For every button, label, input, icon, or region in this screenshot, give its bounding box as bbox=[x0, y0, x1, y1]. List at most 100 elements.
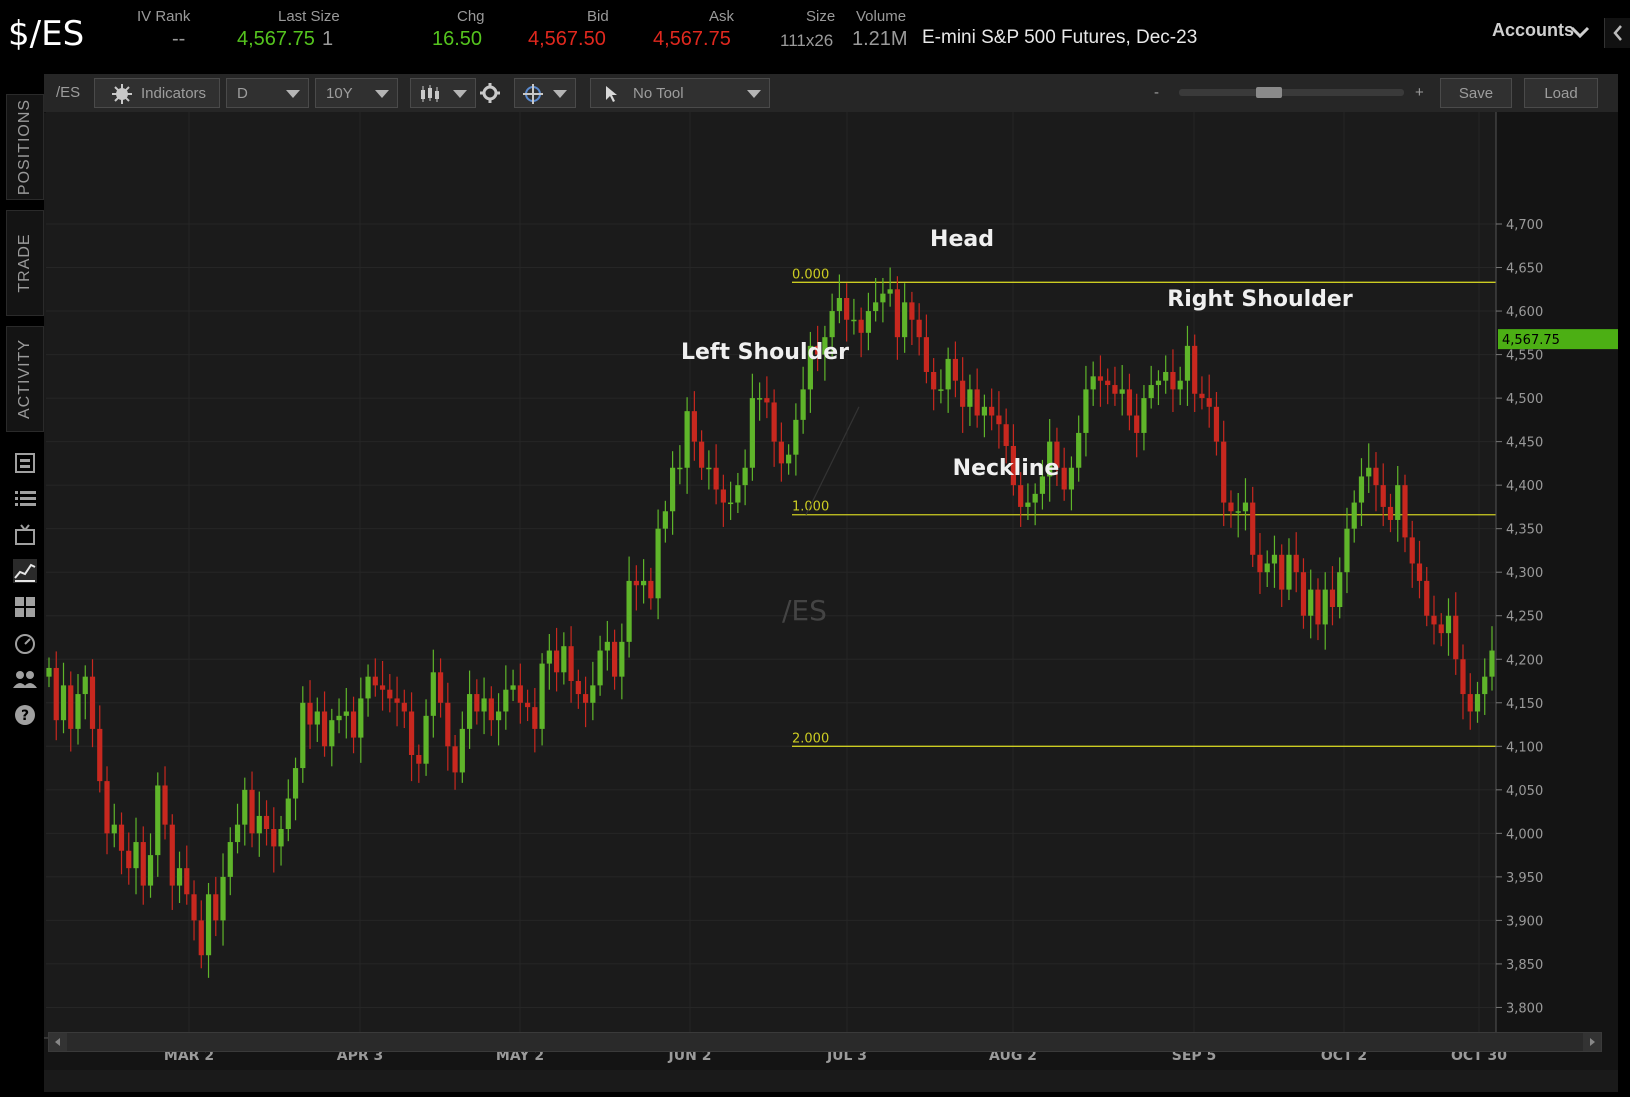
candle-body bbox=[205, 894, 212, 956]
load-button[interactable]: Load bbox=[1524, 78, 1598, 108]
annotation-neckline[interactable]: Neckline bbox=[953, 456, 1060, 481]
panel-toggle-button[interactable] bbox=[1604, 18, 1630, 48]
candle-body bbox=[1445, 615, 1452, 634]
symbol-title[interactable]: $/ES bbox=[8, 14, 84, 54]
candle-body bbox=[133, 842, 139, 869]
scroll-right-button[interactable] bbox=[1583, 1033, 1601, 1051]
iv-rank-value: -- bbox=[172, 28, 186, 50]
candle-body bbox=[437, 672, 444, 703]
annotation-left-shoulder[interactable]: Left Shoulder bbox=[681, 340, 849, 365]
people-icon[interactable] bbox=[12, 666, 38, 692]
candle-body bbox=[481, 698, 487, 712]
candle-body bbox=[329, 720, 335, 747]
candle-body bbox=[1177, 380, 1183, 390]
candle-body bbox=[495, 711, 502, 721]
price-tick-label: 4,550 bbox=[1506, 349, 1543, 364]
candle-body bbox=[1199, 393, 1205, 399]
candle-body bbox=[938, 389, 944, 391]
dashboard-icon[interactable] bbox=[12, 630, 38, 656]
drawing-sets-icon bbox=[523, 84, 543, 104]
candle-body bbox=[619, 641, 625, 677]
candle-body bbox=[1112, 385, 1118, 394]
candle-body bbox=[1409, 537, 1415, 564]
symbol-field[interactable]: /ES bbox=[56, 78, 80, 108]
help-icon[interactable]: ? bbox=[12, 702, 38, 728]
candle-body bbox=[140, 842, 146, 886]
price-tick-label: 3,850 bbox=[1506, 958, 1543, 973]
aggregation-select[interactable]: D bbox=[226, 78, 309, 108]
price-tick-label: 3,800 bbox=[1506, 1001, 1543, 1016]
candle-body bbox=[728, 502, 734, 505]
candle-body bbox=[1344, 528, 1350, 573]
candle-body bbox=[118, 824, 125, 851]
candle-body bbox=[292, 768, 299, 799]
range-select[interactable]: 10Y bbox=[315, 78, 398, 108]
candle-body bbox=[423, 715, 429, 764]
zoom-slider-track[interactable] bbox=[1179, 89, 1404, 96]
price-tick-label: 4,650 bbox=[1506, 262, 1543, 277]
candle-body bbox=[1453, 615, 1459, 660]
candle-body bbox=[1163, 371, 1169, 381]
tab-activity[interactable]: ACTIVITY bbox=[6, 326, 44, 432]
indicators-button[interactable]: Indicators bbox=[94, 78, 220, 108]
chart-style-select[interactable] bbox=[410, 78, 476, 108]
chart-scrollbar[interactable] bbox=[48, 1032, 1602, 1052]
tv-icon[interactable] bbox=[12, 522, 38, 548]
candle-body bbox=[699, 441, 705, 468]
candle-body bbox=[1170, 371, 1176, 390]
drawing-tool-select[interactable]: No Tool bbox=[590, 78, 770, 108]
candle-body bbox=[1460, 659, 1466, 695]
candle-body bbox=[575, 681, 581, 695]
chart-icon[interactable] bbox=[12, 558, 38, 584]
candle-body bbox=[300, 702, 306, 769]
candle-body bbox=[1286, 554, 1292, 590]
scroll-left-button[interactable] bbox=[49, 1033, 67, 1051]
candle-body bbox=[1424, 580, 1430, 616]
chart-watermark: /ES bbox=[782, 594, 827, 627]
candlestick-icon bbox=[421, 85, 439, 102]
bid-label: Bid bbox=[587, 8, 609, 25]
candle-body bbox=[1192, 345, 1198, 394]
candle-body bbox=[1387, 506, 1394, 520]
zoom-slider-thumb[interactable] bbox=[1256, 87, 1282, 98]
candle-body bbox=[684, 411, 690, 468]
candle-body bbox=[1300, 572, 1307, 616]
candle-body bbox=[873, 302, 879, 312]
candle-body bbox=[372, 676, 378, 686]
zoom-in-button[interactable]: + bbox=[1415, 78, 1424, 108]
candle-body bbox=[1213, 406, 1220, 442]
grid-icon[interactable] bbox=[12, 594, 38, 620]
candle-body bbox=[104, 781, 110, 834]
candle-body bbox=[234, 824, 241, 843]
candle-body bbox=[524, 702, 531, 708]
drawing-sets-select[interactable] bbox=[514, 78, 576, 108]
annotation-head[interactable]: Head bbox=[930, 227, 994, 252]
candle-body bbox=[213, 894, 219, 921]
price-chart[interactable]: /ES 0.000 1.000 2.000 4,700 4,650 4,600 4,550… bbox=[44, 112, 1618, 1092]
save-button[interactable]: Save bbox=[1440, 78, 1512, 108]
candle-body bbox=[1431, 615, 1437, 625]
ask-value[interactable]: 4,567.75 bbox=[653, 28, 731, 51]
tab-trade[interactable]: TRADE bbox=[6, 210, 44, 316]
candle-body bbox=[829, 311, 835, 338]
price-axis[interactable]: 4,700 4,650 4,600 4,550 4,500 4,450 4,400 4,350… bbox=[1495, 112, 1618, 1060]
candle-body bbox=[1395, 485, 1401, 520]
last-price-value: 4,567.75 bbox=[237, 28, 315, 50]
bid-value[interactable]: 4,567.50 bbox=[528, 28, 606, 51]
accounts-menu[interactable]: Accounts bbox=[1492, 20, 1574, 41]
cursor-arrow-icon bbox=[606, 86, 617, 102]
zoom-out-button[interactable]: - bbox=[1154, 78, 1159, 108]
list-icon[interactable] bbox=[12, 486, 38, 512]
tab-positions[interactable]: POSITIONS bbox=[6, 94, 44, 200]
price-tick-label: 4,150 bbox=[1506, 697, 1543, 712]
candle-body bbox=[416, 755, 422, 764]
indicators-label: Indicators bbox=[141, 85, 207, 102]
news-icon[interactable] bbox=[12, 450, 38, 476]
annotation-right-shoulder[interactable]: Right Shoulder bbox=[1167, 287, 1353, 312]
fib-level-label: 1.000 bbox=[792, 500, 829, 515]
candle-body bbox=[655, 528, 661, 599]
candle-body bbox=[989, 406, 995, 416]
gear-icon[interactable] bbox=[480, 83, 500, 103]
chevron-down-icon[interactable] bbox=[1568, 22, 1592, 42]
candle-body bbox=[97, 728, 103, 782]
